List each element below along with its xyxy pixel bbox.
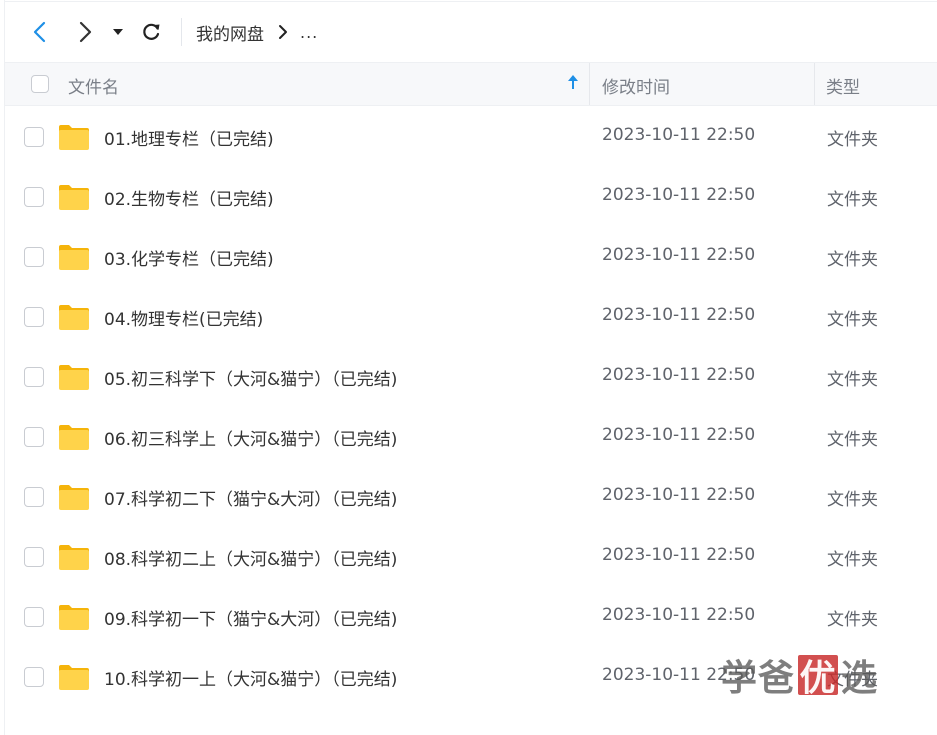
file-name[interactable]: 04.物理专栏(已完结) <box>104 305 263 330</box>
file-list: 01.地理专栏（已完结) 2023-10-11 22:50 文件夹 02.生物专… <box>5 107 937 707</box>
watermark-text: 选 <box>841 658 879 699</box>
row-checkbox[interactable] <box>24 127 44 147</box>
file-name[interactable]: 10.科学初一上（大河&猫宁）（已完结) <box>104 665 397 690</box>
row-checkbox[interactable] <box>24 427 44 447</box>
refresh-icon <box>143 23 160 40</box>
file-type: 文件夹 <box>827 550 878 570</box>
modified-time: 2023-10-11 22:50 <box>602 425 756 445</box>
file-name[interactable]: 05.初三科学下（大河&猫宁）（已完结) <box>104 365 397 390</box>
folder-icon <box>59 605 89 630</box>
modified-time: 2023-10-11 22:50 <box>602 545 756 565</box>
select-all-checkbox[interactable] <box>31 75 49 93</box>
column-header-modified[interactable]: 修改时间 <box>602 73 670 98</box>
folder-icon <box>59 545 89 570</box>
file-name[interactable]: 07.科学初二下（猫宁&大河）（已完结) <box>104 485 397 510</box>
modified-time: 2023-10-11 22:50 <box>602 125 756 145</box>
folder-icon <box>59 245 89 270</box>
modified-time: 2023-10-11 22:50 <box>602 185 756 205</box>
file-name[interactable]: 01.地理专栏（已完结) <box>104 125 274 150</box>
column-header-type[interactable]: 类型 <box>826 73 860 98</box>
row-checkbox[interactable] <box>24 187 44 207</box>
forward-button[interactable] <box>71 17 99 47</box>
table-header: 文件名 修改时间 类型 <box>5 62 937 106</box>
toolbar-divider <box>181 18 182 46</box>
file-row[interactable]: 07.科学初二下（猫宁&大河）（已完结) 2023-10-11 22:50 文件… <box>5 467 937 527</box>
file-type: 文件夹 <box>827 130 878 150</box>
file-row[interactable]: 08.科学初二上（大河&猫宁）（已完结) 2023-10-11 22:50 文件… <box>5 527 937 587</box>
refresh-button[interactable] <box>137 17 165 47</box>
file-name[interactable]: 03.化学专栏（已完结) <box>104 245 274 270</box>
folder-icon <box>59 305 89 330</box>
modified-time: 2023-10-11 22:50 <box>602 245 756 265</box>
folder-icon <box>59 125 89 150</box>
file-row[interactable]: 03.化学专栏（已完结) 2023-10-11 22:50 文件夹 <box>5 227 937 287</box>
watermark-text: 学爸 <box>721 658 796 699</box>
file-row[interactable]: 05.初三科学下（大河&猫宁）（已完结) 2023-10-11 22:50 文件… <box>5 347 937 407</box>
folder-icon <box>59 425 89 450</box>
file-type: 文件夹 <box>827 310 878 330</box>
chevron-left-icon <box>33 21 46 43</box>
breadcrumb-more[interactable]: ... <box>300 23 318 42</box>
file-row[interactable]: 04.物理专栏(已完结) 2023-10-11 22:50 文件夹 <box>5 287 937 347</box>
file-name[interactable]: 08.科学初二上（大河&猫宁）（已完结) <box>104 545 397 570</box>
row-checkbox[interactable] <box>24 307 44 327</box>
file-row[interactable]: 01.地理专栏（已完结) 2023-10-11 22:50 文件夹 <box>5 107 937 167</box>
column-header-name[interactable]: 文件名 <box>68 73 119 98</box>
row-checkbox[interactable] <box>24 547 44 567</box>
folder-icon <box>59 485 89 510</box>
folder-icon <box>59 185 89 210</box>
file-name[interactable]: 02.生物专栏（已完结) <box>104 185 274 210</box>
file-type: 文件夹 <box>827 250 878 270</box>
navigation-toolbar: 我的网盘 ... <box>5 2 937 62</box>
arrow-up-icon[interactable] <box>567 74 579 95</box>
history-dropdown-button[interactable] <box>108 17 128 47</box>
file-row[interactable]: 09.科学初一下（猫宁&大河）（已完结) 2023-10-11 22:50 文件… <box>5 587 937 647</box>
file-row[interactable]: 02.生物专栏（已完结) 2023-10-11 22:50 文件夹 <box>5 167 937 227</box>
file-type: 文件夹 <box>827 190 878 210</box>
file-type: 文件夹 <box>827 610 878 630</box>
file-name[interactable]: 09.科学初一下（猫宁&大河）（已完结) <box>104 605 397 630</box>
file-row[interactable]: 06.初三科学上（大河&猫宁）（已完结) 2023-10-11 22:50 文件… <box>5 407 937 467</box>
file-type: 文件夹 <box>827 370 878 390</box>
back-button[interactable] <box>26 17 54 47</box>
modified-time: 2023-10-11 22:50 <box>602 305 756 325</box>
folder-icon <box>59 365 89 390</box>
watermark-highlight: 优 <box>798 655 839 699</box>
caret-down-icon <box>113 29 123 35</box>
chevron-right-icon <box>79 21 92 43</box>
modified-time: 2023-10-11 22:50 <box>602 485 756 505</box>
column-divider[interactable] <box>589 63 590 105</box>
column-divider[interactable] <box>814 63 815 105</box>
row-checkbox[interactable] <box>24 667 44 687</box>
file-type: 文件夹 <box>827 490 878 510</box>
row-checkbox[interactable] <box>24 607 44 627</box>
file-browser-page: 我的网盘 ... 文件名 修改时间 类型 01.地理专栏（已完结) 2023-1… <box>0 0 937 735</box>
breadcrumb: 我的网盘 ... <box>196 19 318 45</box>
modified-time: 2023-10-11 22:50 <box>602 365 756 385</box>
file-type: 文件夹 <box>827 430 878 450</box>
file-name[interactable]: 06.初三科学上（大河&猫宁）（已完结) <box>104 425 397 450</box>
row-checkbox[interactable] <box>24 367 44 387</box>
folder-icon <box>59 665 89 690</box>
breadcrumb-root[interactable]: 我的网盘 <box>196 20 264 45</box>
breadcrumb-separator-icon <box>278 24 288 40</box>
row-checkbox[interactable] <box>24 487 44 507</box>
row-checkbox[interactable] <box>24 247 44 267</box>
modified-time: 2023-10-11 22:50 <box>602 605 756 625</box>
watermark-logo: 学爸 优 选 <box>721 652 879 699</box>
